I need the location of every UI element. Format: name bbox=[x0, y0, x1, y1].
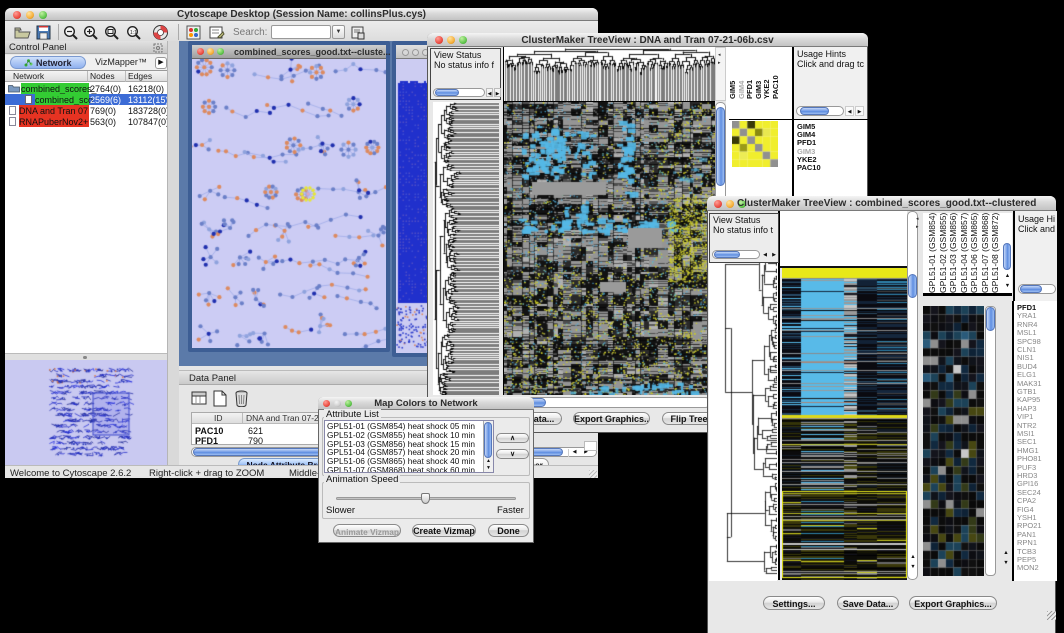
svg-text:1:1: 1:1 bbox=[130, 30, 137, 36]
